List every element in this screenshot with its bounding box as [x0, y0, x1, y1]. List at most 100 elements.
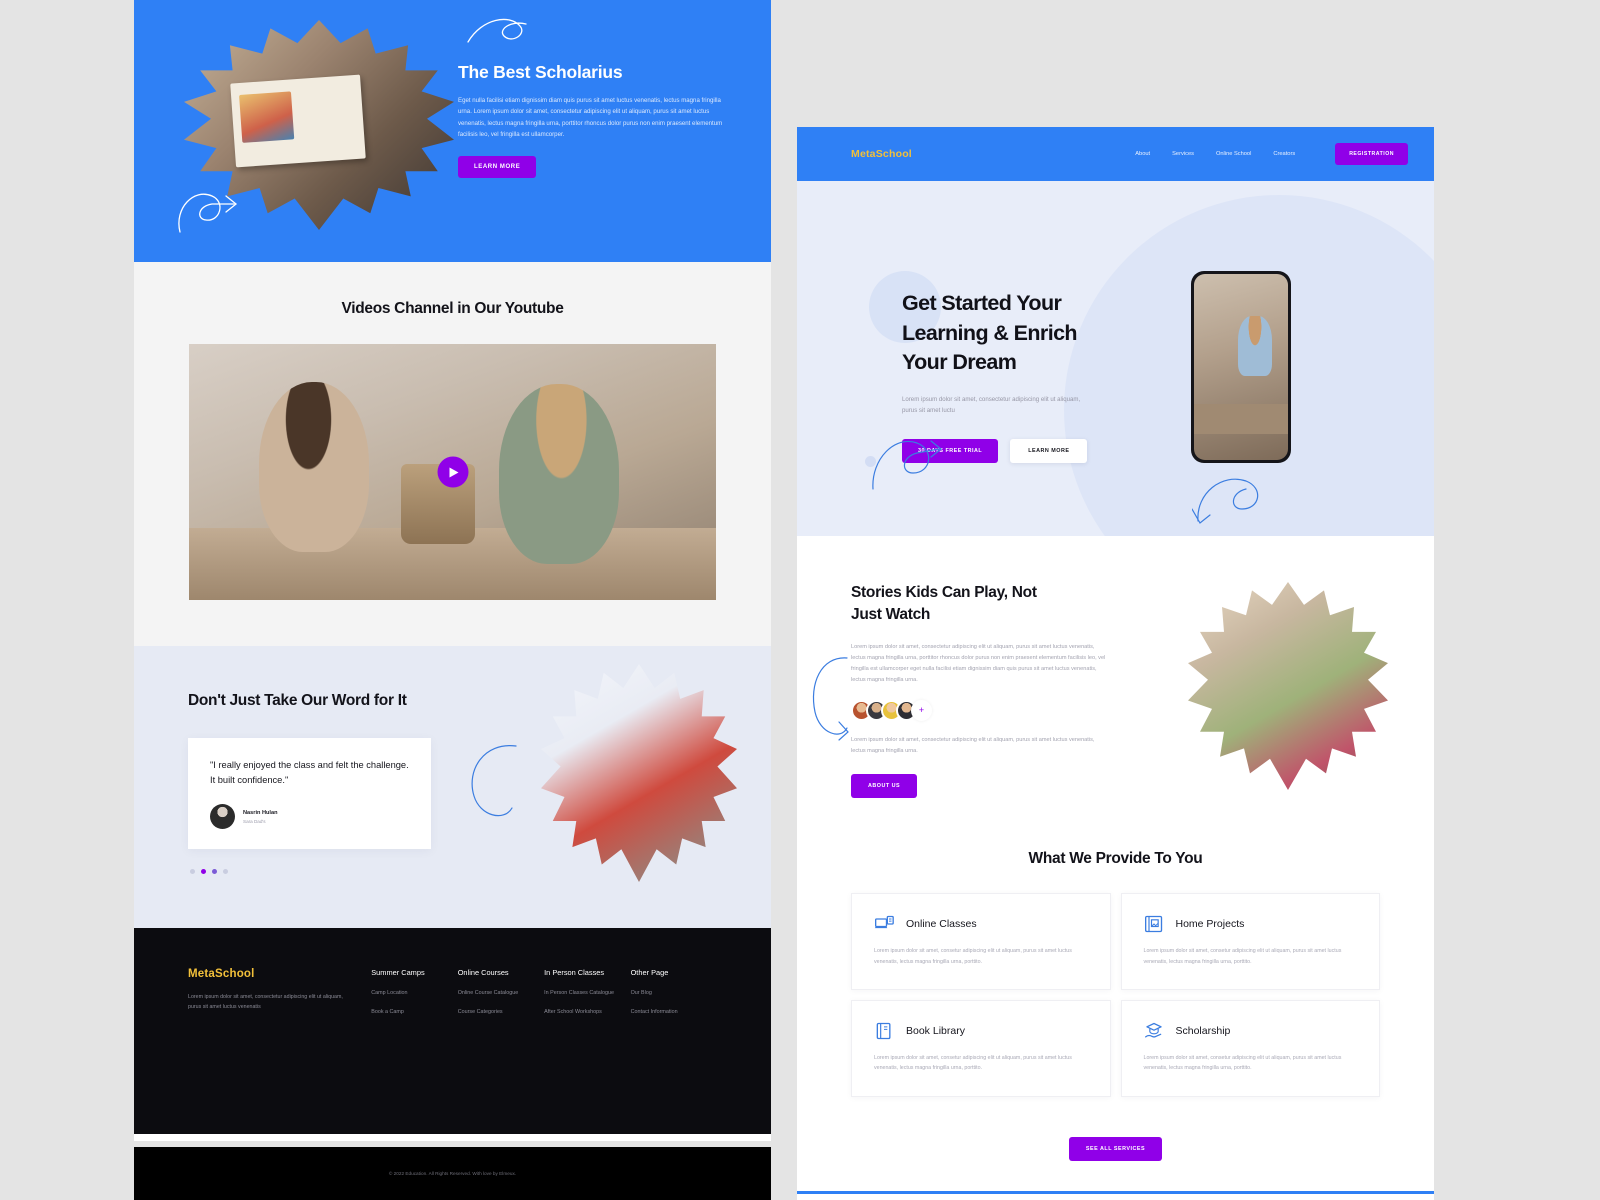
service-cards-grid: Online Classes Lorem ipsum dolor sit ame…: [851, 893, 1380, 1097]
about-us-button[interactable]: ABOUT US: [851, 774, 918, 799]
see-all-services-button[interactable]: SEE ALL SERVICES: [1068, 1136, 1163, 1161]
copyright-text: © 2022 Education. All Rights Reserved. W…: [388, 1171, 517, 1176]
home-projects-icon: [1144, 916, 1162, 933]
service-card-scholarship[interactable]: Scholarship Lorem ipsum dolor sit amet, …: [1120, 1000, 1380, 1097]
scholarship-icon: [1144, 1022, 1162, 1038]
footer-link[interactable]: Course Categories: [458, 1009, 544, 1015]
right-hero-section: Get Started Your Learning & Enrich Your …: [797, 181, 1434, 536]
carousel-dot[interactable]: [212, 869, 217, 875]
bottom-accent-bar: [797, 1190, 1434, 1194]
footer-column-title: Summer Camps: [371, 968, 425, 978]
navbar-logo[interactable]: MetaSchool: [851, 148, 912, 160]
hero-title-line-3: Your Dream: [902, 350, 1017, 375]
provide-section: What We Provide To You Online Classes Lo…: [797, 798, 1434, 1136]
testimonial-author-role: Sara Dad's: [243, 818, 266, 824]
footer-column-online-courses: Online Courses Online Course Catalogue C…: [458, 968, 544, 1015]
phone-mockup: [1183, 271, 1398, 536]
navbar-links: About Services Online School Creators RE…: [1135, 143, 1408, 165]
squiggle-arrow-icon: [471, 745, 517, 817]
screenshot-canvas: The Best Scholarius Eget nulla facilisi …: [0, 0, 1600, 1200]
avatar: [210, 804, 235, 830]
footer-link[interactable]: Contact Information: [631, 1009, 717, 1015]
stories-title-line-1: Stories Kids Can Play, Not: [851, 584, 1037, 601]
laptop-classes-icon: [874, 916, 894, 929]
testimonial-card: "I really enjoyed the class and felt the…: [188, 738, 431, 850]
right-hero-subtitle: Lorem ipsum dolor sit amet, consectetur …: [902, 395, 1081, 415]
footer-column-summer-camps: Summer Camps Camp Location Book a Camp: [371, 968, 457, 1015]
provide-title: What We Provide To You: [1028, 850, 1203, 868]
learn-more-button[interactable]: LEARN MORE: [1010, 438, 1088, 463]
card-title: Home Projects: [1175, 918, 1245, 931]
service-card-book-library[interactable]: Book Library Lorem ipsum dolor sit amet,…: [851, 1000, 1111, 1097]
footer-link[interactable]: After School Workshops: [544, 1009, 630, 1015]
stories-title-line-2: Just Watch: [851, 606, 931, 623]
learn-more-button[interactable]: LEARN MORE: [458, 156, 537, 179]
footer-logo[interactable]: MetaSchool: [188, 968, 371, 980]
squiggle-arrow-icon: [467, 18, 527, 43]
footer-description: Lorem ipsum dolor sit amet, consectetur …: [188, 994, 343, 1011]
copyright-bar: © 2022 Education. All Rights Reserved. W…: [134, 1147, 771, 1200]
testimonial-quote: "I really enjoyed the class and felt the…: [210, 760, 409, 786]
testimonials-section: Don't Just Take Our Word for It "I reall…: [134, 646, 771, 929]
decorative-dot: [865, 456, 876, 467]
left-hero-title: The Best Scholarius: [458, 62, 623, 82]
card-body: Lorem ipsum dolor sit amet, consetur adi…: [874, 1055, 1072, 1072]
see-all-wrapper: SEE ALL SERVICES: [797, 1136, 1434, 1191]
footer: MetaSchool Lorem ipsum dolor sit amet, c…: [134, 928, 771, 1135]
service-card-online-classes[interactable]: Online Classes Lorem ipsum dolor sit ame…: [851, 893, 1111, 991]
carousel-dot[interactable]: [190, 869, 195, 875]
footer-brand-block: MetaSchool Lorem ipsum dolor sit amet, c…: [188, 968, 371, 1015]
stories-burst-image: [1188, 582, 1388, 790]
footer-column-title: Online Courses: [457, 968, 509, 978]
footer-link[interactable]: Online Course Catalogue: [458, 990, 544, 996]
hero-title-line-1: Get Started Your: [902, 291, 1062, 315]
left-hero-section: The Best Scholarius Eget nulla facilisi …: [134, 0, 771, 262]
book-library-icon: [876, 1022, 891, 1040]
footer-column-in-person-classes: In Person Classes In Person Classes Cata…: [544, 968, 630, 1015]
right-page: MetaSchool About Services Online School …: [797, 127, 1434, 1200]
nav-link-creators[interactable]: Creators: [1273, 151, 1295, 157]
navbar: MetaSchool About Services Online School …: [797, 127, 1434, 181]
hero-title-line-2: Learning & Enrich: [902, 320, 1078, 345]
stories-section: Stories Kids Can Play, Not Just Watch Lo…: [797, 536, 1434, 799]
nav-link-online-school[interactable]: Online School: [1216, 151, 1251, 157]
left-hero-text: The Best Scholarius Eget nulla facilisi …: [458, 62, 730, 179]
play-icon[interactable]: [437, 456, 468, 488]
stories-paragraph-2: Lorem ipsum dolor sit amet, consectetur …: [851, 736, 1095, 754]
hero-burst-image: [184, 20, 454, 230]
footer-column-title: Other Page: [630, 968, 669, 978]
card-title: Scholarship: [1175, 1025, 1231, 1038]
add-more-avatars-button[interactable]: +: [911, 699, 932, 721]
left-page: The Best Scholarius Eget nulla facilisi …: [134, 0, 771, 1141]
videos-section: Videos Channel in Our Youtube: [134, 262, 771, 646]
service-card-home-projects[interactable]: Home Projects Lorem ipsum dolor sit amet…: [1120, 893, 1380, 991]
card-title: Book Library: [906, 1025, 965, 1038]
video-thumbnail[interactable]: [189, 344, 716, 600]
right-hero-text: Get Started Your Learning & Enrich Your …: [902, 289, 1137, 463]
footer-link[interactable]: Camp Location: [371, 990, 457, 996]
carousel-dot[interactable]: [223, 869, 228, 875]
carousel-dot-active[interactable]: [201, 869, 206, 875]
card-body: Lorem ipsum dolor sit amet, consetur adi…: [874, 948, 1072, 965]
footer-link[interactable]: In Person Classes Catalogue: [544, 990, 630, 996]
testimonial-burst-image: [541, 664, 737, 882]
videos-section-title: Videos Channel in Our Youtube: [341, 300, 564, 317]
nav-link-services[interactable]: Services: [1172, 151, 1194, 157]
testimonial-author-name: Nasrin Hulan: [243, 809, 278, 816]
stories-paragraph-1: Lorem ipsum dolor sit amet, consectetur …: [851, 644, 1106, 683]
footer-column-title: In Person Classes: [544, 968, 605, 978]
testimonial-author: Nasrin Hulan Sara Dad's: [210, 804, 409, 830]
card-body: Lorem ipsum dolor sit amet, consetur adi…: [1143, 948, 1342, 965]
right-hero-title: Get Started Your Learning & Enrich Your …: [902, 289, 1137, 378]
footer-link[interactable]: Book a Camp: [371, 1009, 457, 1015]
card-body: Lorem ipsum dolor sit amet, consetur adi…: [1143, 1055, 1342, 1072]
left-hero-body: Eget nulla facilisi etiam dignissim diam…: [458, 97, 723, 138]
registration-button[interactable]: REGISTRATION: [1335, 143, 1408, 165]
phone-screen: [1194, 274, 1288, 460]
nav-link-about[interactable]: About: [1135, 151, 1150, 157]
footer-link[interactable]: Our Blog: [631, 990, 717, 996]
squiggle-arrow-icon: [812, 657, 849, 741]
card-title: Online Classes: [906, 918, 977, 931]
phone-device: [1191, 271, 1291, 463]
free-trial-button[interactable]: 30 DAYS FREE TRIAL: [902, 438, 999, 463]
